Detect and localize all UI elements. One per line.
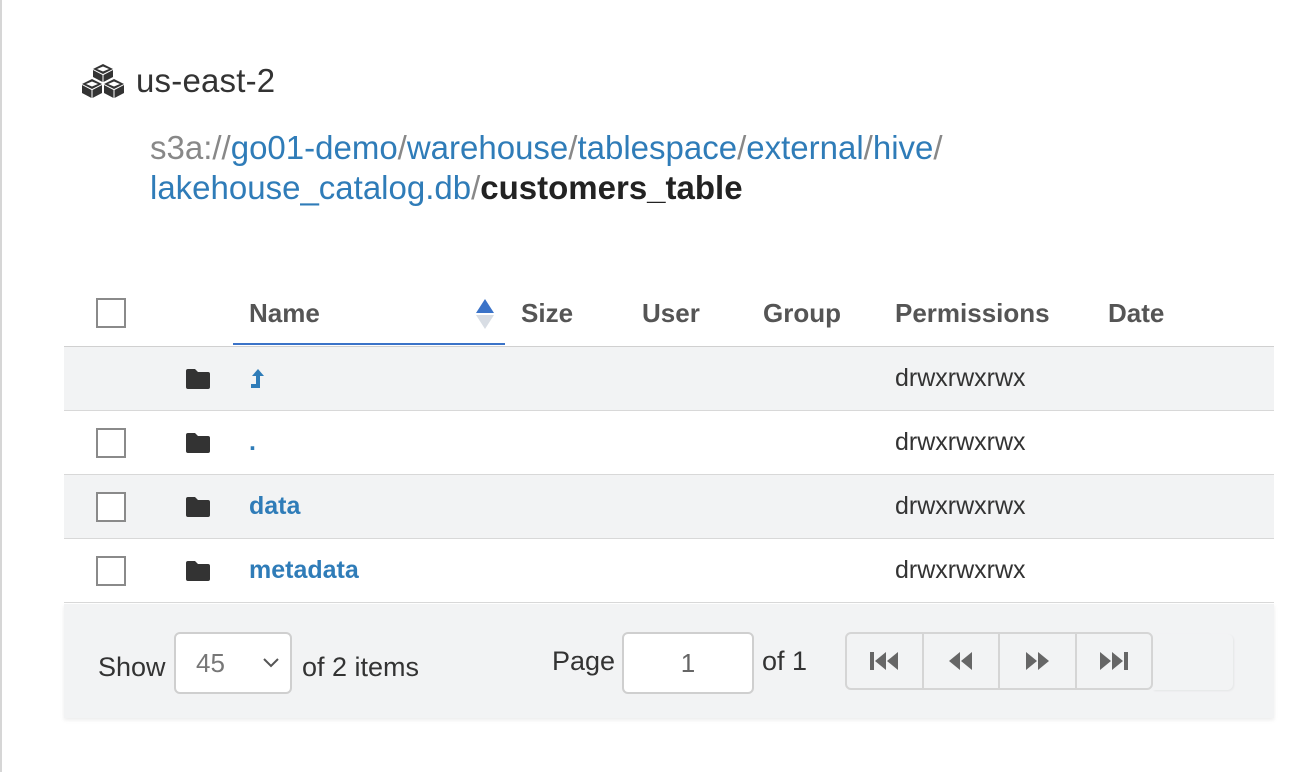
folder-icon <box>186 368 210 389</box>
folder-icon-cell <box>185 411 211 474</box>
pagination-bar: Show 45 of 2 items Page of 1 <box>64 604 1274 718</box>
row-checkbox-cell <box>96 539 126 602</box>
permissions-cell: drwxrwxrwx <box>895 364 1026 392</box>
next-page-button[interactable] <box>1000 634 1077 688</box>
page-size-value: 45 <box>196 647 225 678</box>
breadcrumb-separator: / <box>471 169 481 206</box>
page-size-select[interactable]: 45 <box>174 632 292 694</box>
breadcrumb: s3a://go01-demo/warehouse/tablespace/ext… <box>150 128 1150 208</box>
select-all-cell <box>96 280 126 346</box>
breadcrumb-scheme: s3a:// <box>150 129 231 166</box>
folder-icon <box>186 496 210 517</box>
folder-icon-cell <box>185 475 211 538</box>
file-table: Name Size User Group Permissions Date dr… <box>64 280 1274 603</box>
file-name-link[interactable]: data <box>249 475 300 538</box>
file-name-link[interactable]: metadata <box>249 539 359 602</box>
column-header-permissions[interactable]: Permissions <box>895 280 1050 346</box>
folder-icon <box>186 432 210 453</box>
level-up-icon <box>251 368 264 388</box>
page-label: Page <box>552 646 616 676</box>
permissions-cell: drwxrwxrwx <box>895 428 1026 456</box>
region-label: us-east-2 <box>136 62 276 99</box>
folder-icon <box>186 560 210 581</box>
table-row[interactable]: drwxrwxrwx <box>64 347 1274 411</box>
region-header: us-east-2 <box>80 62 275 100</box>
breadcrumb-segment-hive[interactable]: hive <box>873 129 934 166</box>
column-header-name[interactable]: Name <box>249 280 320 346</box>
row-checkbox[interactable] <box>96 491 126 522</box>
last-page-icon <box>1099 652 1128 670</box>
table-row[interactable]: metadata drwxrwxrwx <box>64 539 1274 603</box>
column-header-date[interactable]: Date <box>1108 280 1164 346</box>
sort-indicator-underline <box>233 343 505 345</box>
pager-buttons <box>845 632 1153 690</box>
file-name-link[interactable]: . <box>249 411 256 474</box>
table-row[interactable]: data drwxrwxrwx <box>64 475 1274 539</box>
page-number-input[interactable] <box>622 632 754 694</box>
left-border <box>0 0 2 772</box>
breadcrumb-separator: / <box>737 129 747 166</box>
pager-spacer <box>1153 634 1233 690</box>
previous-page-button[interactable] <box>924 634 1000 688</box>
breadcrumb-segment-external[interactable]: external <box>746 129 863 166</box>
column-header-user[interactable]: User <box>642 280 700 346</box>
cubes-icon <box>82 64 124 98</box>
select-all-checkbox[interactable] <box>96 298 126 328</box>
chevron-down-icon <box>263 658 279 668</box>
row-checkbox[interactable] <box>96 555 126 586</box>
show-label: Show <box>98 652 166 682</box>
breadcrumb-current: customers_table <box>480 169 743 206</box>
breadcrumb-segment-warehouse[interactable]: warehouse <box>407 129 568 166</box>
permissions-cell: drwxrwxrwx <box>895 492 1026 520</box>
first-page-button[interactable] <box>847 634 924 688</box>
parent-folder-link[interactable] <box>249 347 265 410</box>
column-header-group[interactable]: Group <box>763 280 841 346</box>
row-checkbox-cell <box>96 411 126 474</box>
permissions-cell: drwxrwxrwx <box>895 556 1026 584</box>
breadcrumb-segment-tablespace[interactable]: tablespace <box>577 129 737 166</box>
row-checkbox-cell <box>96 475 126 538</box>
rewind-icon <box>948 652 972 670</box>
last-page-button[interactable] <box>1077 634 1152 688</box>
folder-icon-cell <box>185 539 211 602</box>
fast-forward-icon <box>1026 652 1050 670</box>
items-count-label: of 2 items <box>302 652 420 682</box>
breadcrumb-separator: / <box>397 129 407 166</box>
breadcrumb-segment-bucket[interactable]: go01-demo <box>231 129 398 166</box>
breadcrumb-separator: / <box>933 129 943 166</box>
table-header: Name Size User Group Permissions Date <box>64 280 1274 347</box>
column-header-size[interactable]: Size <box>521 280 573 346</box>
first-page-icon <box>870 652 899 670</box>
sort-ascending-icon[interactable] <box>474 297 496 331</box>
table-row[interactable]: . drwxrwxrwx <box>64 411 1274 475</box>
breadcrumb-segment-database[interactable]: lakehouse_catalog.db <box>150 169 471 206</box>
total-pages-label: of 1 <box>762 646 808 676</box>
folder-icon-cell <box>185 347 211 410</box>
breadcrumb-separator: / <box>863 129 873 166</box>
row-checkbox[interactable] <box>96 427 126 458</box>
